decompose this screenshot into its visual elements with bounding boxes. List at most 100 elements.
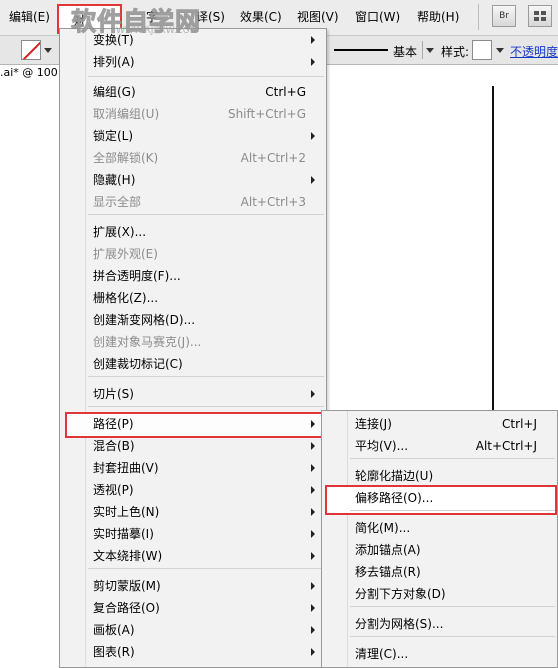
path-submenu-item[interactable]: 移去锚点(R) [322,561,557,583]
object-menu-item[interactable]: 创建裁切标记(C) [60,353,326,375]
object-menu-item-label: 实时上色(N) [93,505,160,519]
object-menu-item[interactable]: 图表(R) [60,641,326,663]
path-submenu-item[interactable]: 分割为网格(S)... [322,613,557,635]
path-submenu-item-label: 分割为网格(S)... [355,617,444,631]
object-menu-item-label: 透视(P) [93,483,134,497]
path-submenu-item-label: 清理(C)... [355,647,409,661]
path-submenu-item[interactable]: 连接(J) Ctrl+J [322,413,557,435]
object-menu-item[interactable]: 实时上色(N) [60,501,326,523]
object-menu-item-label: 扩展外观(E) [93,247,158,261]
chevron-right-icon [311,464,315,472]
menu-separator [350,606,555,607]
menu-separator [88,214,324,215]
object-menu-item[interactable]: 拼合透明度(F)... [60,265,326,287]
stroke-color-swatch[interactable] [21,40,41,60]
object-menu-item[interactable]: 栅格化(Z)... [60,287,326,309]
brush-style-dropdown[interactable] [422,41,435,59]
object-menu-item[interactable]: 剪切蒙版(M) [60,575,326,597]
path-submenu-item-label: 连接(J) [355,417,392,431]
menu-separator [88,406,324,407]
menubar-divider [478,4,479,30]
object-menu-item[interactable]: 显示全部 Alt+Ctrl+3 [60,191,326,213]
chevron-down-icon[interactable] [44,48,52,53]
path-submenu-item[interactable]: 添加锚点(A) [322,539,557,561]
object-menu-item[interactable]: 全部解锁(K) Alt+Ctrl+2 [60,147,326,169]
object-menu-item[interactable]: 切片(S) [60,383,326,405]
chevron-right-icon [311,58,315,66]
object-menu-item-label: 复合路径(O) [93,601,160,615]
menu-separator [350,458,555,459]
object-menu-item[interactable]: 扩展外观(E) [60,243,326,265]
object-menu-item[interactable]: 创建渐变网格(D)... [60,309,326,331]
grid-icon [534,11,546,21]
object-menu-item-label: 文本绕排(W) [93,549,163,563]
menu-select[interactable]: 译(S) [196,8,225,26]
path-submenu-item-label: 分割下方对象(D) [355,587,446,601]
menu-type[interactable]: 字 [146,8,158,26]
path-submenu-item[interactable]: 清理(C)... [322,643,557,665]
object-menu-item[interactable]: 创建对象马赛克(J)... [60,331,326,353]
object-menu-item[interactable]: 封套扭曲(V) [60,457,326,479]
object-menu-item-label: 画板(A) [93,623,135,637]
object-menu-item-label: 排列(A) [93,55,135,69]
chevron-right-icon [311,626,315,634]
object-menu-item[interactable]: 复合路径(O) [60,597,326,619]
path-submenu-item[interactable]: 平均(V)... Alt+Ctrl+J [322,435,557,457]
workspace-button[interactable] [528,5,552,27]
stroke-profile-preview[interactable] [334,49,388,51]
path-submenu-item-label: 添加锚点(A) [355,543,421,557]
object-menu-item-label: 编组(G) [93,85,136,99]
object-menu-item-label: 拼合透明度(F)... [93,269,181,283]
menu-object-label: 对 [73,14,86,28]
chevron-right-icon [311,530,315,538]
menu-edit[interactable]: 编辑(E) [9,8,50,26]
object-menu-item[interactable]: 画板(A) [60,619,326,641]
path-submenu: 连接(J) Ctrl+J 平均(V)... Alt+Ctrl+J 轮廓化描边(U) 偏移路… [321,410,558,668]
object-menu-item-label: 创建对象马赛克(J)... [93,335,202,349]
menu-separator [350,636,555,637]
object-menu-item[interactable]: 编组(G) Ctrl+G [60,81,326,103]
object-menu-item-label: 锁定(L) [93,129,134,143]
path-submenu-item[interactable]: 偏移路径(O)... [322,487,557,509]
object-menu-item[interactable]: 混合(B) [60,435,326,457]
object-menu-item[interactable]: 扩展(X)... [60,221,326,243]
object-menu-item[interactable]: 排列(A) [60,51,326,73]
object-menu-item-label: 取消编组(U) [93,107,160,121]
chevron-down-icon[interactable] [496,48,504,53]
object-menu-item-label: 实时描摹(I) [93,527,154,541]
object-menu-item[interactable]: 锁定(L) [60,125,326,147]
chevron-right-icon [311,390,315,398]
chevron-right-icon [311,442,315,450]
menu-help[interactable]: 帮助(H) [417,8,459,26]
path-submenu-item-label: 简化(M)... [355,521,411,535]
chevron-right-icon [311,582,315,590]
brush-style-label: 基本 [393,45,418,59]
object-menu-item[interactable]: 路径(P) [60,413,326,435]
object-menu-item-shortcut: Alt+Ctrl+2 [240,151,306,165]
object-menu-item[interactable]: 取消编组(U) Shift+Ctrl+G [60,103,326,125]
path-submenu-item-label: 轮廓化描边(U) [355,469,434,483]
object-menu-item-label: 路径(P) [93,417,134,431]
object-menu-item[interactable]: 文本绕排(W) [60,545,326,567]
menu-effect[interactable]: 效果(C) [240,8,282,26]
opacity-link[interactable]: 不透明度 [510,43,558,60]
object-menu-item-shortcut: Alt+Ctrl+3 [240,195,306,209]
object-menu: 变换(T) 排列(A) 编组(G) Ctrl+G 取消编组(U) Shift+Ctrl+G… [59,28,327,668]
path-submenu-item-label: 平均(V)... [355,439,409,453]
menu-window[interactable]: 窗口(W) [355,8,400,26]
path-submenu-item[interactable]: 简化(M)... [322,517,557,539]
object-menu-item[interactable]: 实时描摹(I) [60,523,326,545]
object-menu-item[interactable]: 透视(P) [60,479,326,501]
path-submenu-item[interactable]: 分割下方对象(D) [322,583,557,605]
document-tab-title[interactable]: .ai* @ 100 [0,66,62,82]
object-menu-item-label: 扩展(X)... [93,225,147,239]
chevron-right-icon [311,176,315,184]
path-submenu-item[interactable]: 轮廓化描边(U) [322,465,557,487]
object-menu-item[interactable]: 隐藏(H) [60,169,326,191]
chevron-down-icon [426,48,434,53]
chevron-right-icon [311,132,315,140]
object-menu-item-label: 创建裁切标记(C) [93,357,183,371]
style-swatch[interactable] [472,40,492,60]
bridge-button[interactable]: Br [492,5,516,27]
menu-view[interactable]: 视图(V) [297,8,339,26]
